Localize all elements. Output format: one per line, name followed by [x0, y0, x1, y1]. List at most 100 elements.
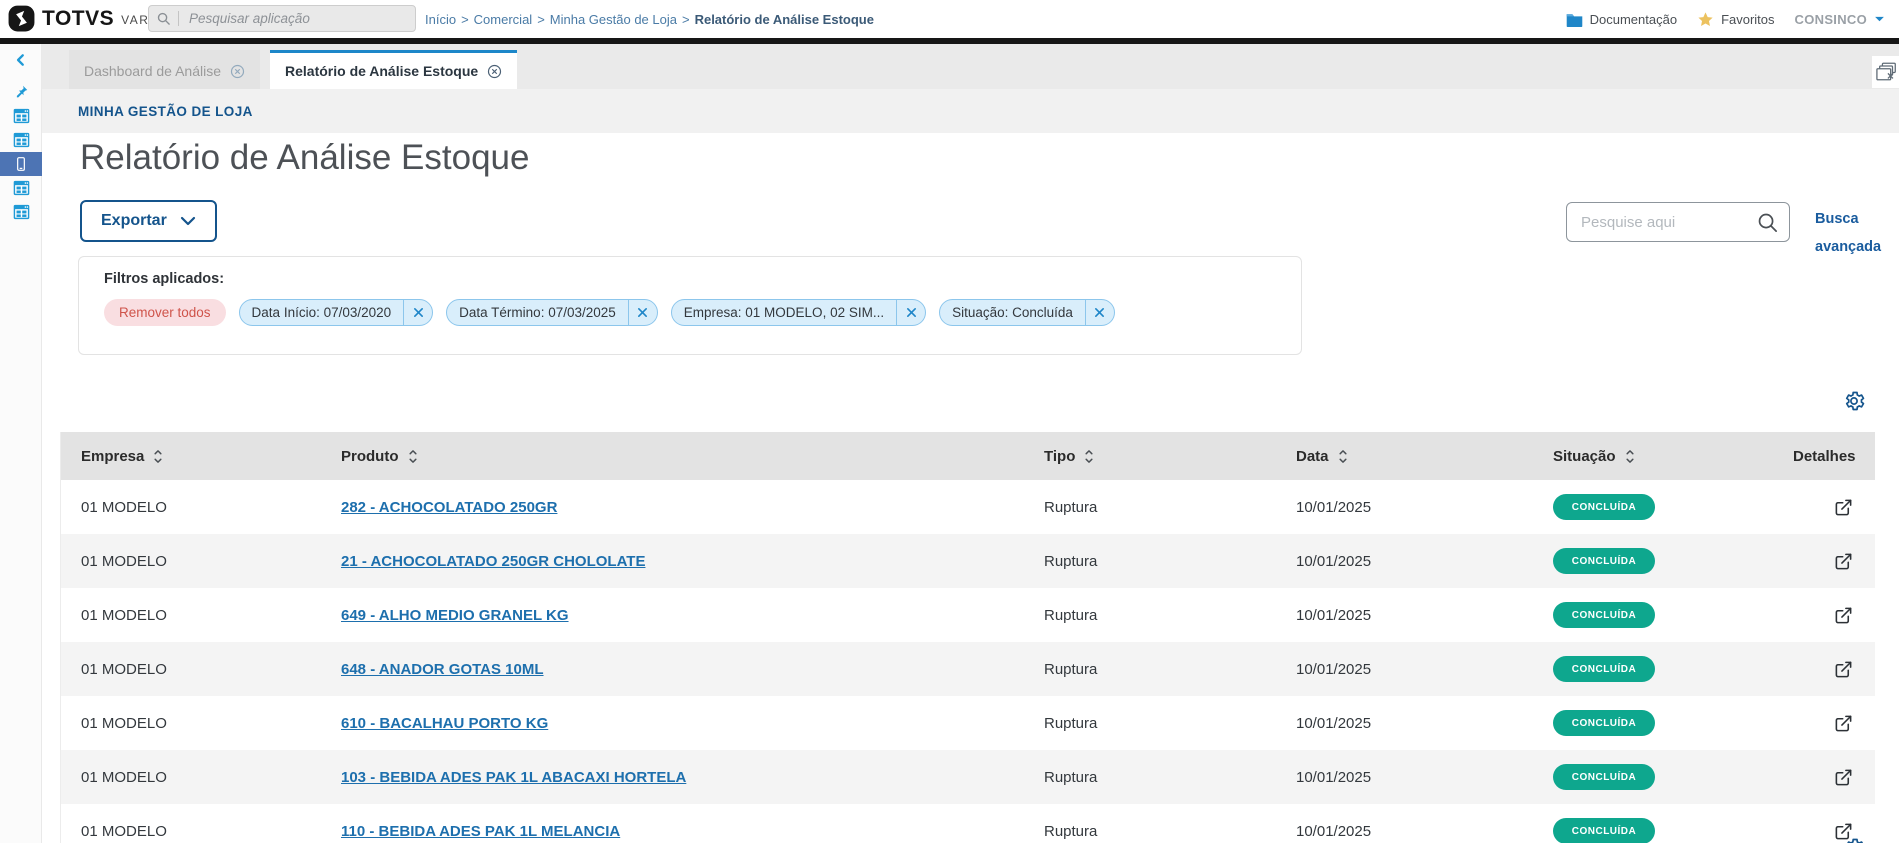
column-header-situacao[interactable]: Situação	[1553, 448, 1793, 465]
open-details-icon[interactable]	[1834, 714, 1853, 733]
favorites-link[interactable]: Favoritos	[1697, 11, 1775, 28]
cell-produto: 103 - BEBIDA ADES PAK 1L ABACAXI HORTELA	[341, 769, 1044, 786]
section-band: MINHA GESTÃO DE LOJA	[42, 89, 1899, 133]
documentation-link[interactable]: Documentação	[1566, 12, 1677, 27]
product-link[interactable]: 103 - BEBIDA ADES PAK 1L ABACAXI HORTELA	[341, 769, 686, 786]
sort-icon[interactable]	[1338, 448, 1348, 464]
cell-data: 10/01/2025	[1296, 822, 1372, 840]
open-details-icon[interactable]	[1834, 606, 1853, 625]
column-header-empresa[interactable]: Empresa	[61, 448, 341, 465]
cell-empresa: 01 MODELO	[81, 498, 167, 516]
floating-settings-gear-icon[interactable]	[1842, 836, 1866, 843]
column-header-produto[interactable]: Produto	[341, 448, 1044, 465]
cell-tipo: Ruptura	[1044, 660, 1098, 678]
cell-tipo: Ruptura	[1044, 714, 1098, 732]
breadcrumb-item: Relatório de Análise Estoque	[694, 11, 874, 27]
cell-situacao: CONCLUÍDA	[1553, 494, 1793, 520]
cell-data: 10/01/2025	[1296, 552, 1372, 570]
user-menu[interactable]: CONSINCO	[1795, 12, 1885, 27]
breadcrumb-item[interactable]: Comercial	[474, 12, 533, 27]
report-table: Empresa Produto Tipo Data Situação Detalhes 0…	[60, 432, 1875, 843]
product-link[interactable]: 649 - ALHO MEDIO GRANEL KG	[341, 607, 569, 624]
cell-situacao: CONCLUÍDA	[1553, 764, 1793, 790]
cell-tipo: Ruptura	[1044, 822, 1098, 840]
table-row: 01 MODELO 649 - ALHO MEDIO GRANEL KG Ruptu…	[61, 588, 1875, 642]
column-label: Tipo	[1044, 447, 1076, 465]
product-link[interactable]: 648 - ANADOR GOTAS 10ML	[341, 661, 544, 678]
cell-detalhes	[1793, 552, 1875, 571]
cell-produto: 649 - ALHO MEDIO GRANEL KG	[341, 607, 1044, 624]
applied-filters-card: Filtros aplicados: Remover todos Data In…	[78, 256, 1302, 355]
cell-situacao: CONCLUÍDA	[1553, 656, 1793, 682]
column-header-tipo[interactable]: Tipo	[1044, 448, 1296, 465]
open-details-icon[interactable]	[1834, 552, 1853, 571]
sidebar-item-pin[interactable]	[0, 80, 42, 104]
tab-dashboard-de-analise[interactable]: Dashboard de Análise	[69, 50, 260, 89]
filter-chip: Data Término: 07/03/2025	[446, 299, 658, 326]
remove-filter-icon[interactable]	[403, 300, 432, 325]
section-title[interactable]: MINHA GESTÃO DE LOJA	[78, 104, 253, 119]
product-link[interactable]: 610 - BACALHAU PORTO KG	[341, 715, 548, 732]
product-link[interactable]: 110 - BEBIDA ADES PAK 1L MELANCIA	[341, 823, 620, 840]
open-details-icon[interactable]	[1834, 660, 1853, 679]
column-header-detalhes: Detalhes	[1793, 448, 1878, 465]
tab-label: Dashboard de Análise	[84, 63, 221, 79]
app-search-input[interactable]	[179, 6, 415, 31]
table-settings-gear-icon[interactable]	[1842, 389, 1866, 413]
cell-data: 10/01/2025	[1296, 768, 1372, 786]
remove-filter-icon[interactable]	[896, 300, 925, 325]
cell-detalhes	[1793, 498, 1875, 517]
open-details-icon[interactable]	[1834, 498, 1853, 517]
remove-filter-icon[interactable]	[1084, 300, 1114, 325]
open-details-icon[interactable]	[1834, 768, 1853, 787]
tab-relatorio-de-analise-estoque[interactable]: Relatório de Análise Estoque	[270, 50, 518, 89]
cell-tipo: Ruptura	[1044, 552, 1098, 570]
cell-detalhes	[1793, 714, 1875, 733]
app-window-icon	[13, 204, 29, 220]
column-header-data[interactable]: Data	[1296, 448, 1553, 465]
column-label: Data	[1296, 447, 1329, 465]
search-icon	[149, 11, 179, 26]
collapse-sidebar-button[interactable]	[0, 48, 42, 72]
cell-tipo: Ruptura	[1044, 606, 1098, 624]
product-link[interactable]: 282 - ACHOCOLATADO 250GR	[341, 499, 557, 516]
report-search-input[interactable]	[1581, 213, 1756, 231]
app-window-icon	[13, 108, 29, 124]
caret-down-icon	[1875, 16, 1884, 21]
close-tab-icon[interactable]	[487, 64, 502, 79]
sort-icon[interactable]	[1625, 448, 1635, 464]
product-link[interactable]: 21 - ACHOCOLATADO 250GR CHOLOLATE	[341, 553, 645, 570]
sort-icon[interactable]	[408, 448, 418, 464]
search-icon[interactable]	[1756, 211, 1779, 234]
cell-data: 10/01/2025	[1296, 660, 1372, 678]
status-badge: CONCLUÍDA	[1553, 818, 1655, 843]
column-label: Produto	[341, 447, 399, 465]
sidebar-item-mobile-selected[interactable]	[0, 152, 42, 176]
remove-filter-icon[interactable]	[627, 300, 657, 325]
cell-situacao: CONCLUÍDA	[1553, 710, 1793, 736]
breadcrumb-item[interactable]: Minha Gestão de Loja	[550, 12, 677, 27]
cell-empresa: 01 MODELO	[81, 552, 167, 570]
folder-icon	[1566, 13, 1582, 27]
sort-icon[interactable]	[1084, 448, 1094, 464]
export-button[interactable]: Exportar	[80, 200, 217, 242]
cell-produto: 282 - ACHOCOLATADO 250GR	[341, 499, 1044, 516]
favorites-label: Favoritos	[1721, 11, 1775, 27]
breadcrumb-item[interactable]: Início	[425, 12, 456, 27]
app-window: TOTVS VAREJO Início>Comercial>Minha Gest…	[0, 0, 1899, 843]
remove-all-filters-button[interactable]: Remover todos	[104, 299, 226, 326]
sidebar-item-app-2[interactable]	[0, 128, 42, 152]
status-badge: CONCLUÍDA	[1553, 764, 1655, 790]
breadcrumb-separator: >	[461, 11, 469, 27]
advanced-search-link[interactable]: Busca avançada	[1815, 205, 1889, 261]
sidebar-item-app-4[interactable]	[0, 200, 42, 224]
sidebar-item-app-3[interactable]	[0, 176, 42, 200]
tab-label: Relatório de Análise Estoque	[285, 63, 479, 79]
status-badge: CONCLUÍDA	[1553, 656, 1655, 682]
sidebar-item-app-1[interactable]	[0, 104, 42, 128]
close-all-tabs-button[interactable]	[1872, 56, 1899, 88]
pushpin-icon	[16, 85, 28, 98]
sort-icon[interactable]	[153, 448, 163, 464]
close-tab-icon[interactable]	[230, 64, 245, 79]
cell-empresa: 01 MODELO	[81, 714, 167, 732]
